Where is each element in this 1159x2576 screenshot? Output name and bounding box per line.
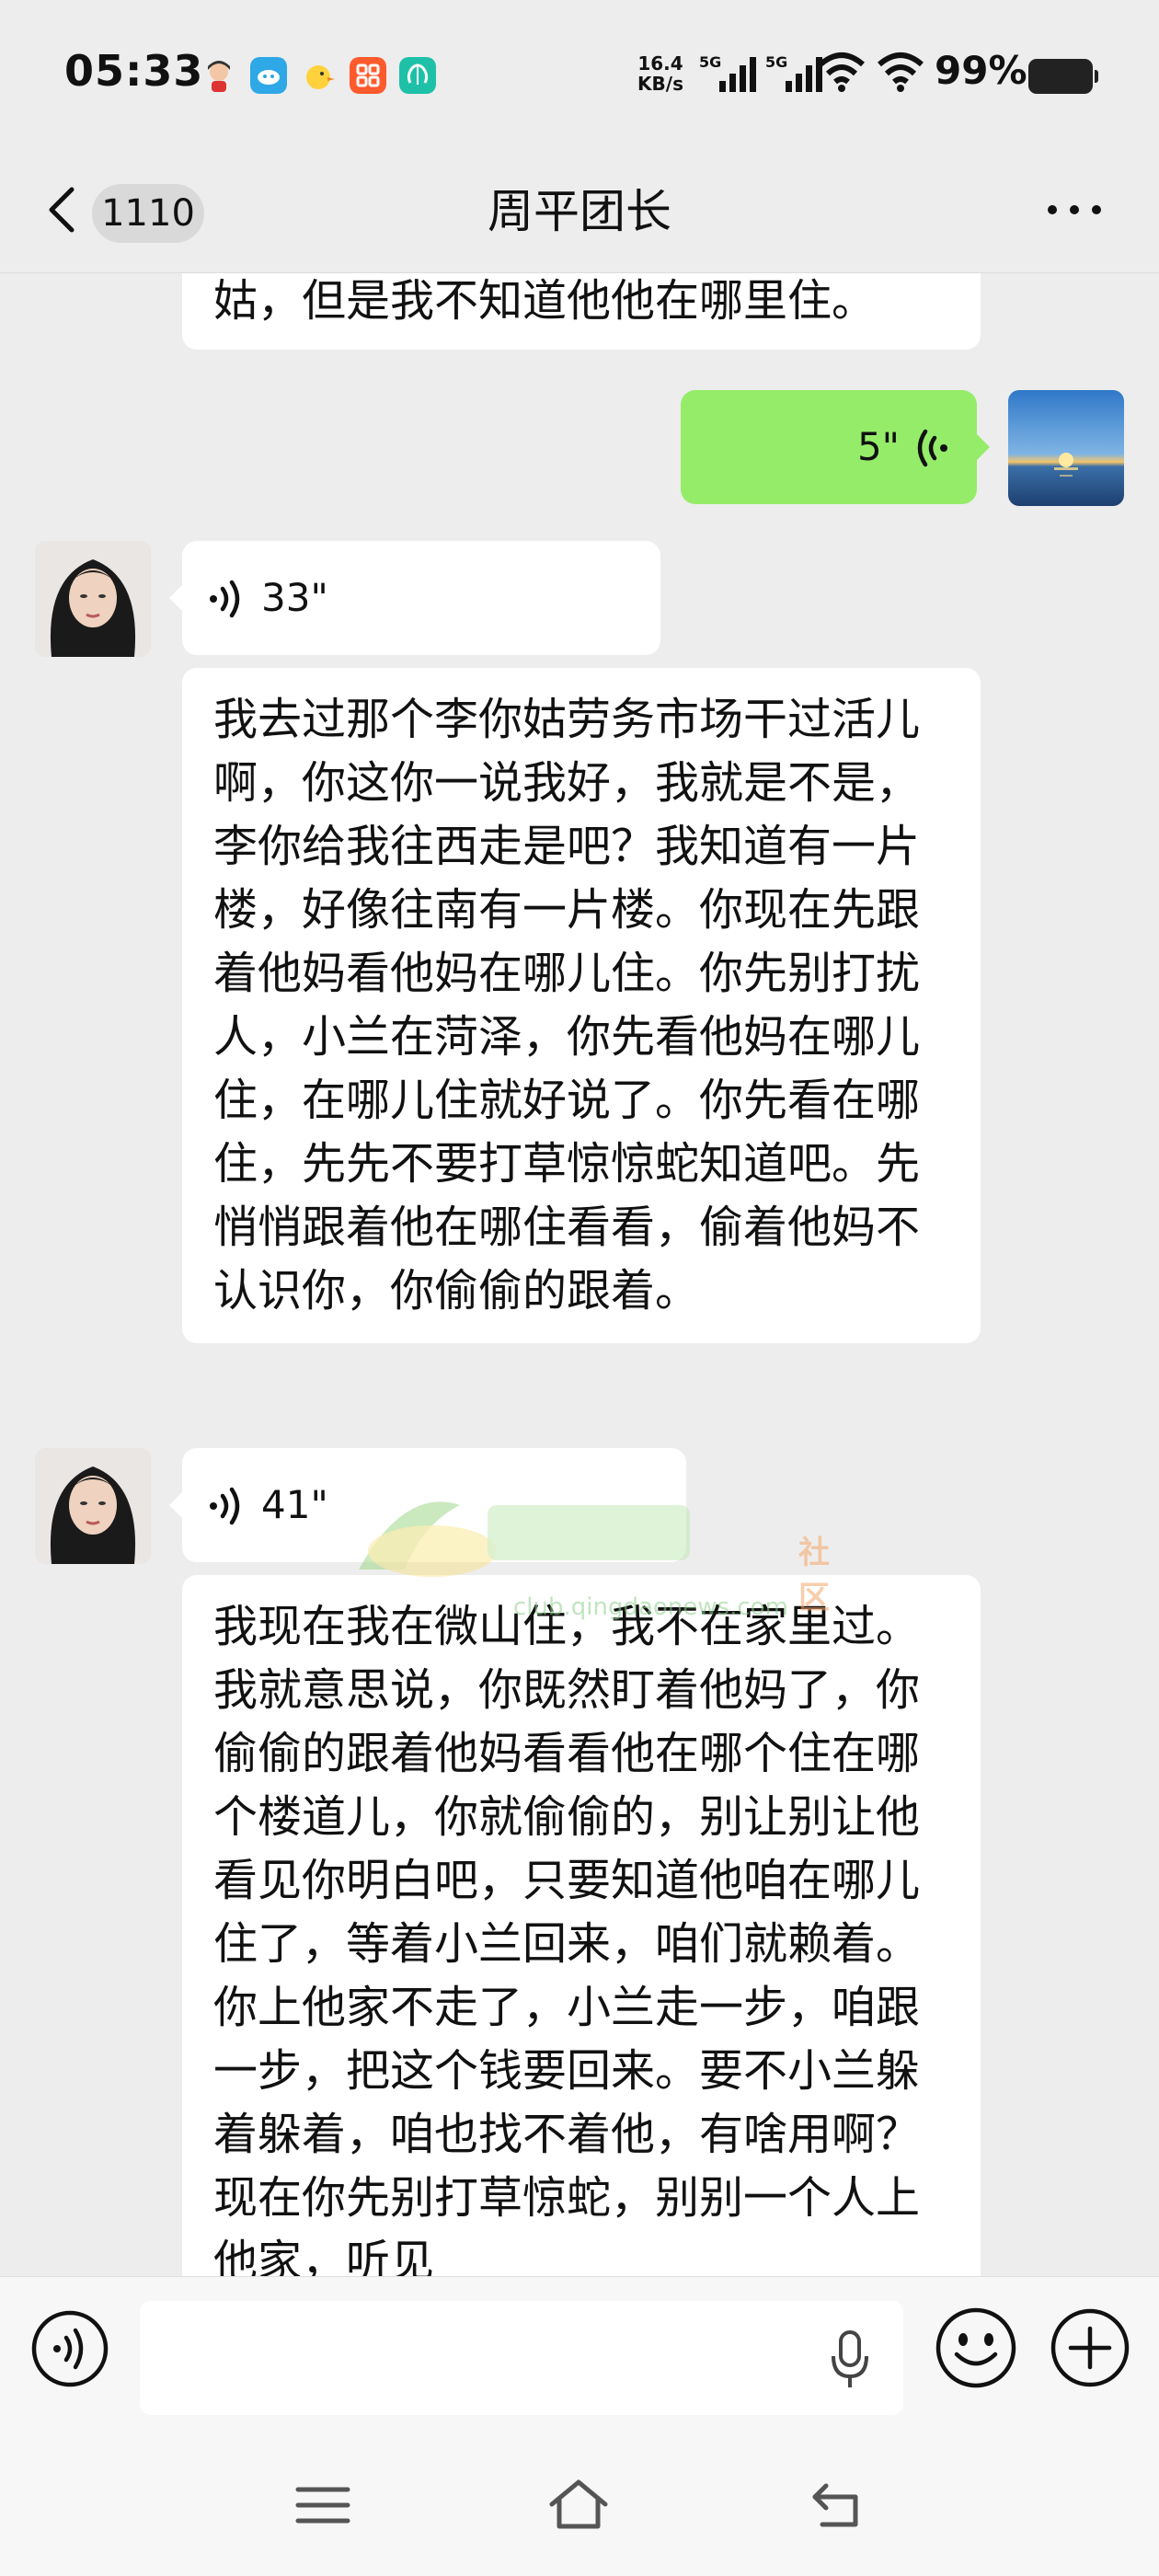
sunset-avatar-image — [1008, 390, 1124, 506]
watermark-url: club.qingdaonews.com — [513, 1593, 788, 1621]
status-bar: 05:33 16.4 KB/s 5G 5G 99% — [0, 0, 1159, 147]
received-text-message[interactable]: 姑，但是我不知道他他在哪里住。 — [182, 272, 981, 350]
notification-icons — [201, 57, 436, 94]
more-options-icon[interactable] — [1041, 188, 1107, 232]
message-list[interactable]: 姑，但是我不知道他他在哪里住。 5" 33" 我去过那个李你姑劳务市场干过活儿啊… — [0, 272, 1159, 2276]
contact-avatar[interactable] — [35, 1448, 151, 1564]
message-input[interactable] — [140, 2301, 903, 2415]
watermark: 社区 club.qingdaonews.com — [350, 1468, 830, 1621]
input-bar — [0, 2276, 1159, 2428]
contact-avatar[interactable] — [35, 541, 151, 657]
received-voice-message[interactable]: 33" — [169, 541, 660, 655]
unread-count-badge[interactable]: 1110 — [92, 184, 204, 243]
message-text: 姑，但是我不知道他他在哪里住。 — [213, 275, 877, 327]
sent-voice-message[interactable]: 5" — [681, 390, 990, 504]
voice-duration: 5" — [856, 424, 900, 469]
watermark-tag: 社区 — [798, 1535, 830, 1616]
voice-duration: 41" — [261, 1482, 328, 1527]
battery-percent: 99% — [935, 48, 1027, 93]
microphone-icon[interactable] — [828, 2329, 872, 2391]
voice-input-toggle-icon[interactable] — [29, 2308, 110, 2389]
voice-wave-icon — [210, 580, 240, 618]
network-speed-value: 16.4 — [637, 52, 683, 75]
wifi-icon — [819, 52, 865, 92]
woman-avatar-image — [35, 541, 151, 657]
received-text-message[interactable]: 我现在我在微山住，我不在家里过。我就意思说，你既然盯着他妈了，你偷偷的跟着他妈看… — [182, 1575, 981, 2276]
avatar-app-icon — [208, 61, 230, 92]
emoji-icon[interactable] — [933, 2305, 1019, 2391]
voice-duration: 33" — [261, 575, 328, 620]
woman-avatar-image — [35, 1448, 151, 1564]
system-navigation-bar — [0, 2427, 1159, 2576]
voice-wave-icon — [917, 429, 947, 467]
network-speed: 16.4 KB/s — [635, 53, 686, 94]
battery-icon — [1028, 59, 1098, 94]
signal-icon — [719, 57, 756, 92]
home-icon[interactable] — [546, 2473, 611, 2537]
received-text-message[interactable]: 我去过那个李你姑劳务市场干过活儿啊，你这你一说我好，我就是不是，李你给我往西走是… — [182, 668, 981, 1343]
brain-app-icon — [399, 57, 436, 94]
watermark-logo — [359, 1501, 690, 1577]
chat-header: 1110 周平团长 — [0, 147, 1159, 273]
menu-icon[interactable] — [291, 2473, 355, 2537]
back-icon[interactable] — [806, 2473, 870, 2537]
chick-app-icon — [306, 65, 335, 89]
voice-wave-icon — [210, 1487, 240, 1525]
network-speed-unit: KB/s — [637, 73, 683, 95]
back-arrow-icon[interactable] — [44, 184, 81, 236]
status-time: 05:33 — [64, 46, 204, 96]
message-text: 我去过那个李你姑劳务市场干过活儿啊，你这你一说我好，我就是不是，李你给我往西走是… — [213, 694, 921, 1317]
plus-icon[interactable] — [1049, 2306, 1131, 2389]
my-avatar[interactable] — [1008, 390, 1124, 506]
chat-screen: 05:33 16.4 KB/s 5G 5G 99% 1110 周平团长 姑，但是… — [0, 0, 1159, 2576]
message-text: 我现在我在微山住，我不在家里过。我就意思说，你既然盯着他妈了，你偷偷的跟着他妈看… — [213, 1601, 921, 2276]
wifi-icon — [878, 52, 924, 92]
chat-title-text[interactable]: 周平团长 — [488, 185, 671, 238]
cloud-app-icon — [250, 57, 287, 94]
grid-app-icon — [350, 57, 386, 94]
